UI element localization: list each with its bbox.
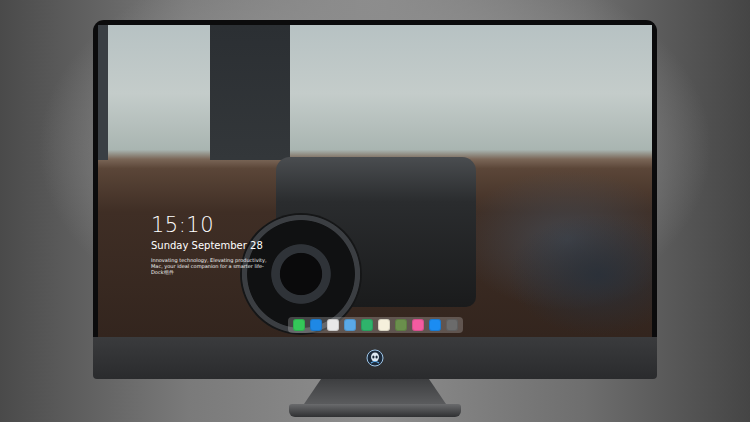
monitor-stand-base xyxy=(289,404,461,417)
dock-app-icon[interactable] xyxy=(395,319,407,331)
desktop-screen: 15:10 Sunday September 28 Innovating techn… xyxy=(98,25,652,337)
dock-app-icon[interactable] xyxy=(429,319,441,331)
page: 15:10 Sunday September 28 Innovating techn… xyxy=(0,0,750,422)
dock-app-icon[interactable] xyxy=(446,319,458,331)
dock-app-icon[interactable] xyxy=(293,319,305,331)
brand-logo-icon xyxy=(366,349,384,367)
clock-time: 15:10 xyxy=(151,213,214,237)
dock-app-icon[interactable] xyxy=(412,319,424,331)
dock-app-icon[interactable] xyxy=(378,319,390,331)
clock-tagline: Innovating technology, Elevating product… xyxy=(151,257,269,275)
monitor-stand-neck xyxy=(304,379,446,404)
dock-app-icon[interactable] xyxy=(310,319,322,331)
clock-date: Sunday September 28 xyxy=(151,239,263,252)
dock-app-icon[interactable] xyxy=(327,319,339,331)
clock-widget: 15:10 Sunday September 28 Innovating techn… xyxy=(151,213,652,275)
dock-app-icon[interactable] xyxy=(361,319,373,331)
monitor-chin xyxy=(93,337,657,379)
dock xyxy=(288,317,463,333)
dock-app-icon[interactable] xyxy=(344,319,356,331)
monitor-bezel: 15:10 Sunday September 28 Innovating techn… xyxy=(93,20,657,337)
